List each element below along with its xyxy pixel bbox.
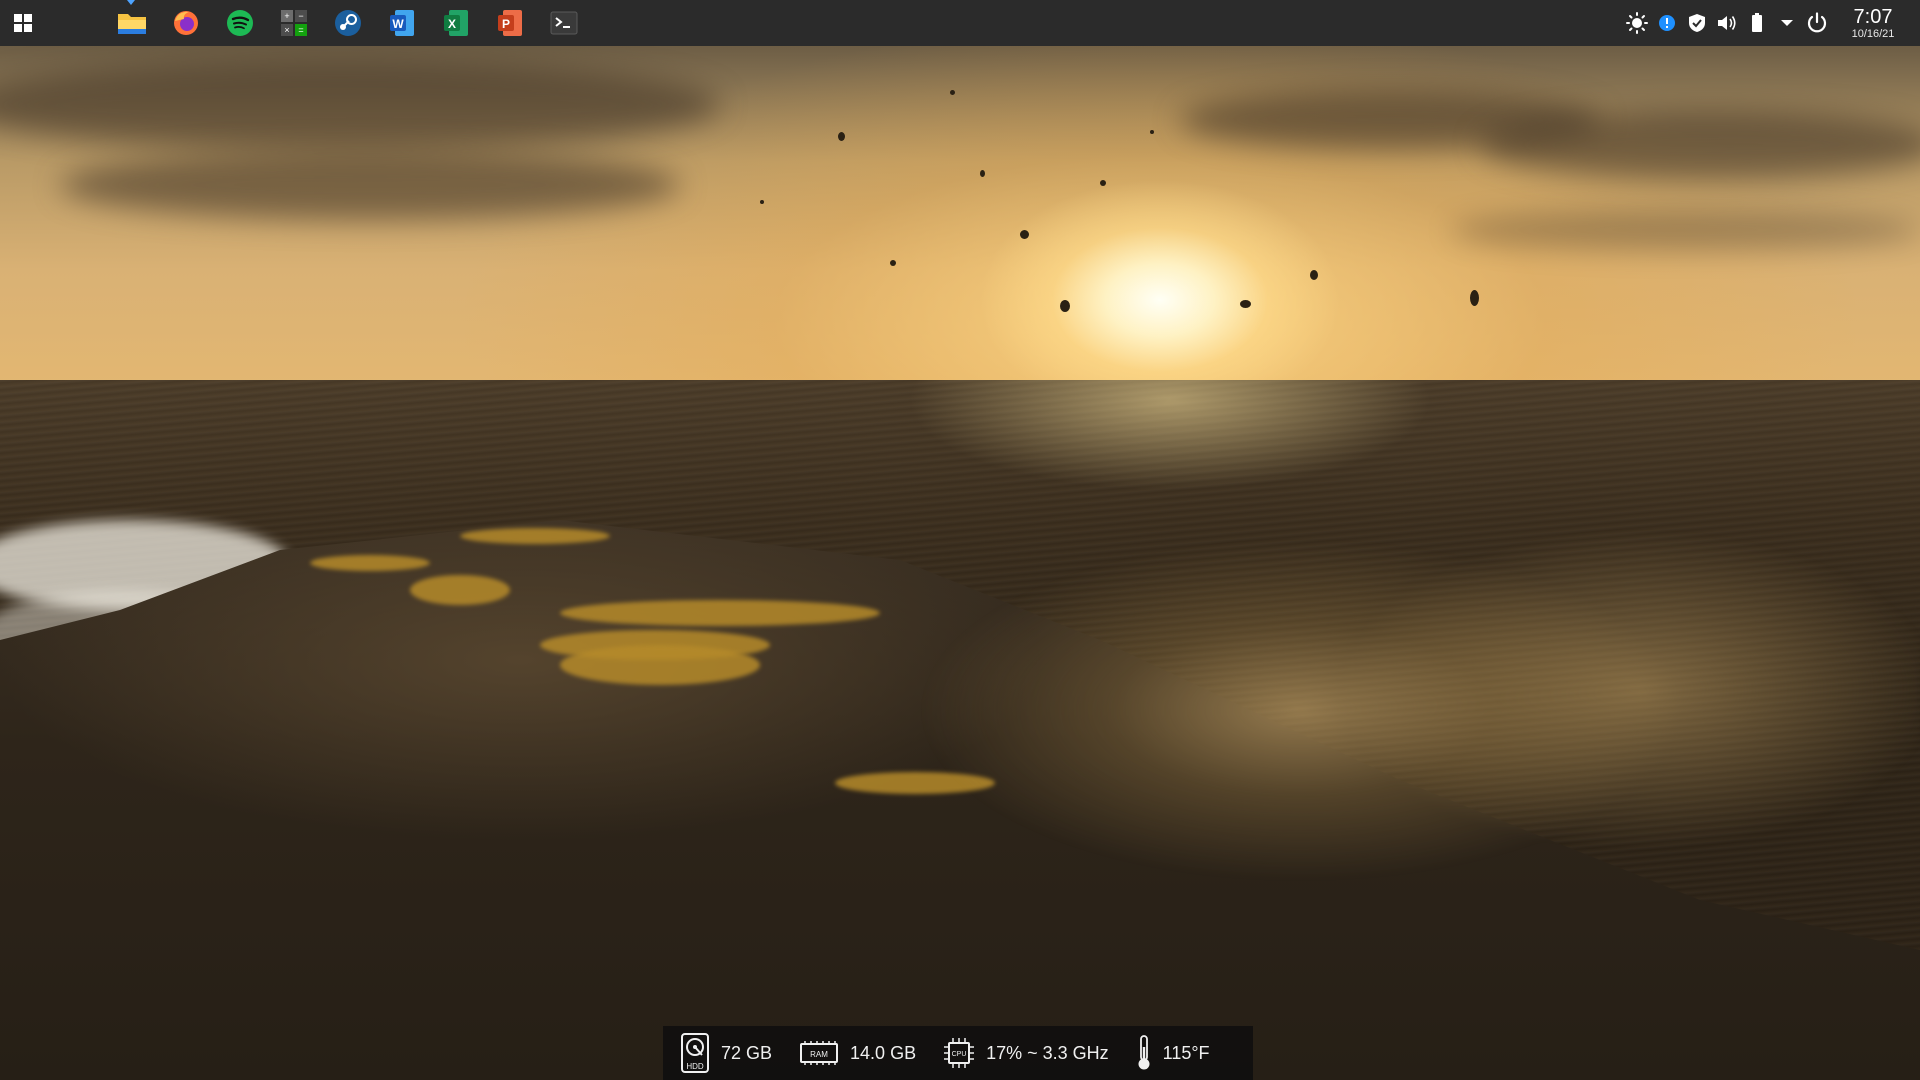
start-button[interactable] xyxy=(0,0,46,46)
excel-icon: X xyxy=(444,10,468,36)
water-droplet xyxy=(950,90,955,95)
cpu-value: 17% ~ 3.3 GHz xyxy=(986,1042,1109,1063)
temperature-value: 115°F xyxy=(1162,1042,1210,1063)
taskbar-app-word[interactable]: W xyxy=(375,0,429,46)
svg-text:X: X xyxy=(448,17,456,31)
svg-text:RAM: RAM xyxy=(810,1050,828,1059)
ram-icon: RAM xyxy=(800,1041,839,1065)
water-droplet xyxy=(890,260,896,266)
thermometer-icon xyxy=(1138,1035,1150,1070)
firefox-icon xyxy=(174,11,198,35)
system-tray: 7:07 10/16/21 xyxy=(1622,0,1920,46)
ram-value: 14.0 GB xyxy=(850,1042,917,1063)
taskbar-app-powerpoint[interactable]: P xyxy=(483,0,537,46)
taskbar-app-excel[interactable]: X xyxy=(429,0,483,46)
water-droplet xyxy=(1060,300,1070,312)
water-droplet xyxy=(1100,180,1106,186)
volume-icon xyxy=(1718,16,1736,30)
taskbar-app-spotify[interactable] xyxy=(213,0,267,46)
water-droplet xyxy=(1150,130,1154,134)
svg-text:HDD: HDD xyxy=(686,1062,704,1071)
ram-usage: RAM 14.0 GB xyxy=(800,1041,916,1065)
taskbar: + − × = W X P 7:07 10/16/21 xyxy=(0,0,1920,46)
power-icon xyxy=(1807,12,1827,33)
water-droplet xyxy=(760,200,764,204)
powerpoint-icon: P xyxy=(498,10,522,36)
pinned-apps: + − × = W X P xyxy=(105,0,591,46)
tray-power[interactable] xyxy=(1802,0,1832,46)
word-icon: W xyxy=(390,10,414,36)
tray-security[interactable] xyxy=(1682,0,1712,46)
cloud xyxy=(1480,110,1920,180)
moss-patch xyxy=(560,645,760,685)
taskbar-app-file-explorer[interactable] xyxy=(105,0,159,46)
hdd-icon: HDD xyxy=(681,1033,709,1073)
taskbar-clock[interactable]: 7:07 10/16/21 xyxy=(1842,6,1904,41)
tray-battery[interactable] xyxy=(1742,0,1772,46)
clock-time: 7:07 xyxy=(1853,5,1893,28)
tray-brightness[interactable] xyxy=(1622,0,1652,46)
info-icon xyxy=(1659,15,1675,31)
hdd-value: 72 GB xyxy=(721,1042,773,1063)
tray-volume[interactable] xyxy=(1712,0,1742,46)
water-droplet xyxy=(1470,290,1479,306)
moss-patch xyxy=(560,600,880,626)
folder-icon xyxy=(118,14,146,34)
water-droplet xyxy=(1020,230,1029,239)
taskbar-app-steam[interactable] xyxy=(321,0,375,46)
cloud xyxy=(60,150,680,220)
temperature: 115°F xyxy=(1137,1035,1210,1071)
brightness-icon xyxy=(1626,12,1648,34)
svg-text:×: × xyxy=(284,25,289,35)
steam-icon xyxy=(335,10,361,36)
svg-text:=: = xyxy=(298,25,303,35)
tray-info[interactable] xyxy=(1652,0,1682,46)
svg-text:+: + xyxy=(284,11,289,21)
cloud xyxy=(1450,210,1920,250)
battery-icon xyxy=(1752,13,1762,32)
moss-patch xyxy=(310,555,430,571)
svg-text:W: W xyxy=(392,17,404,31)
shield-icon xyxy=(1689,14,1705,32)
hdd-usage: HDD 72 GB xyxy=(681,1033,772,1073)
windows-logo-icon xyxy=(14,14,32,32)
svg-text:P: P xyxy=(502,17,510,31)
system-monitor-widget: HDD 72 GB RAM 14.0 GB CPU 17% ~ 3.3 GHz … xyxy=(663,1026,1253,1080)
tray-overflow[interactable] xyxy=(1772,0,1802,46)
desktop-wallpaper xyxy=(0,0,1920,1080)
terminal-icon xyxy=(550,11,578,35)
water-droplet xyxy=(1310,270,1318,280)
svg-text:−: − xyxy=(298,11,303,21)
clock-date: 10/16/21 xyxy=(1851,27,1895,40)
taskbar-app-calculator[interactable]: + − × = xyxy=(267,0,321,46)
spotify-icon xyxy=(227,10,253,36)
calculator-icon: + − × = xyxy=(281,10,307,36)
moss-patch xyxy=(460,528,610,544)
moss-patch xyxy=(410,575,510,605)
svg-text:CPU: CPU xyxy=(952,1051,967,1058)
taskbar-app-terminal[interactable] xyxy=(537,0,591,46)
cpu-usage: CPU 17% ~ 3.3 GHz xyxy=(944,1038,1109,1068)
water-droplet xyxy=(838,132,845,141)
taskbar-app-firefox[interactable] xyxy=(159,0,213,46)
water-splash xyxy=(880,520,1920,980)
cpu-icon: CPU xyxy=(944,1038,975,1068)
chevron-down-icon xyxy=(1781,20,1793,26)
water-droplet xyxy=(1240,300,1251,308)
water-droplet xyxy=(980,170,985,177)
